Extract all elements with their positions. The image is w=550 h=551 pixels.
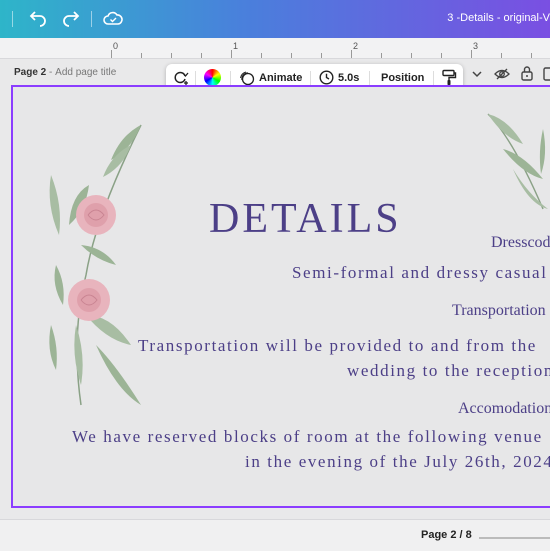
copy-style-icon[interactable]	[441, 69, 457, 86]
ruler-tick	[411, 53, 412, 58]
ruler-mark: 0	[113, 41, 119, 51]
accomodations-title[interactable]: Accomodations	[458, 400, 550, 418]
toolbar-divider	[195, 71, 196, 85]
toolbar-divider	[230, 71, 231, 85]
page-number-label: Page 2	[14, 67, 47, 78]
transportation-text-line2[interactable]: wedding to the reception	[347, 361, 550, 381]
ruler-tick	[111, 50, 112, 58]
page-title: Page 2 - Add page title	[14, 67, 116, 78]
dresscode-title[interactable]: Dresscode	[491, 234, 550, 252]
ruler-tick	[321, 53, 322, 58]
ruler-tick	[441, 53, 442, 58]
ruler-tick	[231, 50, 232, 58]
ruler-mark: 1	[233, 41, 239, 51]
replace-icon[interactable]	[172, 69, 189, 86]
zoom-slider[interactable]	[479, 537, 550, 539]
floral-decoration-icon[interactable]	[41, 115, 161, 415]
ruler-mark: 3	[473, 41, 479, 51]
top-bar: 3 -Details - original-V	[0, 0, 550, 38]
toolbar-divider	[91, 11, 92, 27]
duration-label: 5.0s	[338, 71, 360, 84]
toolbar-divider	[310, 71, 311, 85]
document-title[interactable]: 3 -Details - original-V	[447, 12, 550, 24]
accomodations-text-line1[interactable]: We have reserved blocks of room at the f…	[72, 427, 543, 447]
ruler-tick	[201, 53, 202, 58]
page-indicator[interactable]: Page 2 / 8	[421, 529, 472, 541]
lock-icon[interactable]	[520, 65, 534, 81]
position-label: Position	[381, 71, 425, 84]
floral-decoration-right-icon[interactable]	[483, 109, 550, 219]
undo-icon[interactable]	[28, 9, 48, 29]
ruler-tick	[291, 53, 292, 58]
cloud-save-icon[interactable]	[103, 9, 123, 29]
hide-icon[interactable]	[494, 66, 510, 82]
ruler-tick	[501, 53, 502, 58]
transportation-text-line1[interactable]: Transportation will be provided to and f…	[138, 336, 537, 356]
animate-icon	[240, 71, 255, 85]
design-canvas[interactable]: DETAILS Dresscode Semi-formal and dressy…	[11, 85, 550, 508]
add-page-title-input[interactable]: Add page title	[55, 67, 116, 78]
ruler-tick	[171, 53, 172, 58]
toolbar-divider	[369, 71, 370, 85]
animate-label: Animate	[259, 71, 303, 84]
redo-icon[interactable]	[61, 9, 81, 29]
ruler-mark: 2	[353, 41, 359, 51]
color-picker-button[interactable]	[204, 69, 221, 86]
transportation-title[interactable]: Transportation	[452, 302, 546, 320]
ruler-tick	[141, 53, 142, 58]
dresscode-text[interactable]: Semi-formal and dressy casual	[292, 263, 548, 283]
details-heading[interactable]: DETAILS	[209, 195, 402, 243]
horizontal-ruler: 0 1 2 3	[0, 38, 550, 59]
ruler-tick	[261, 53, 262, 58]
ruler-tick	[471, 50, 472, 58]
ruler-tick	[531, 53, 532, 58]
ruler-tick	[351, 50, 352, 58]
duplicate-page-icon[interactable]	[543, 66, 550, 81]
accomodations-text-line2[interactable]: in the evening of the July 26th, 2024	[245, 452, 550, 472]
ruler-tick	[381, 53, 382, 58]
page-title-separator: -	[49, 67, 53, 78]
clock-icon	[319, 70, 334, 85]
bottom-bar: Page 2 / 8	[0, 519, 550, 551]
chevron-down-icon[interactable]	[471, 68, 483, 80]
toolbar-divider	[433, 71, 434, 85]
toolbar-divider	[12, 11, 13, 27]
